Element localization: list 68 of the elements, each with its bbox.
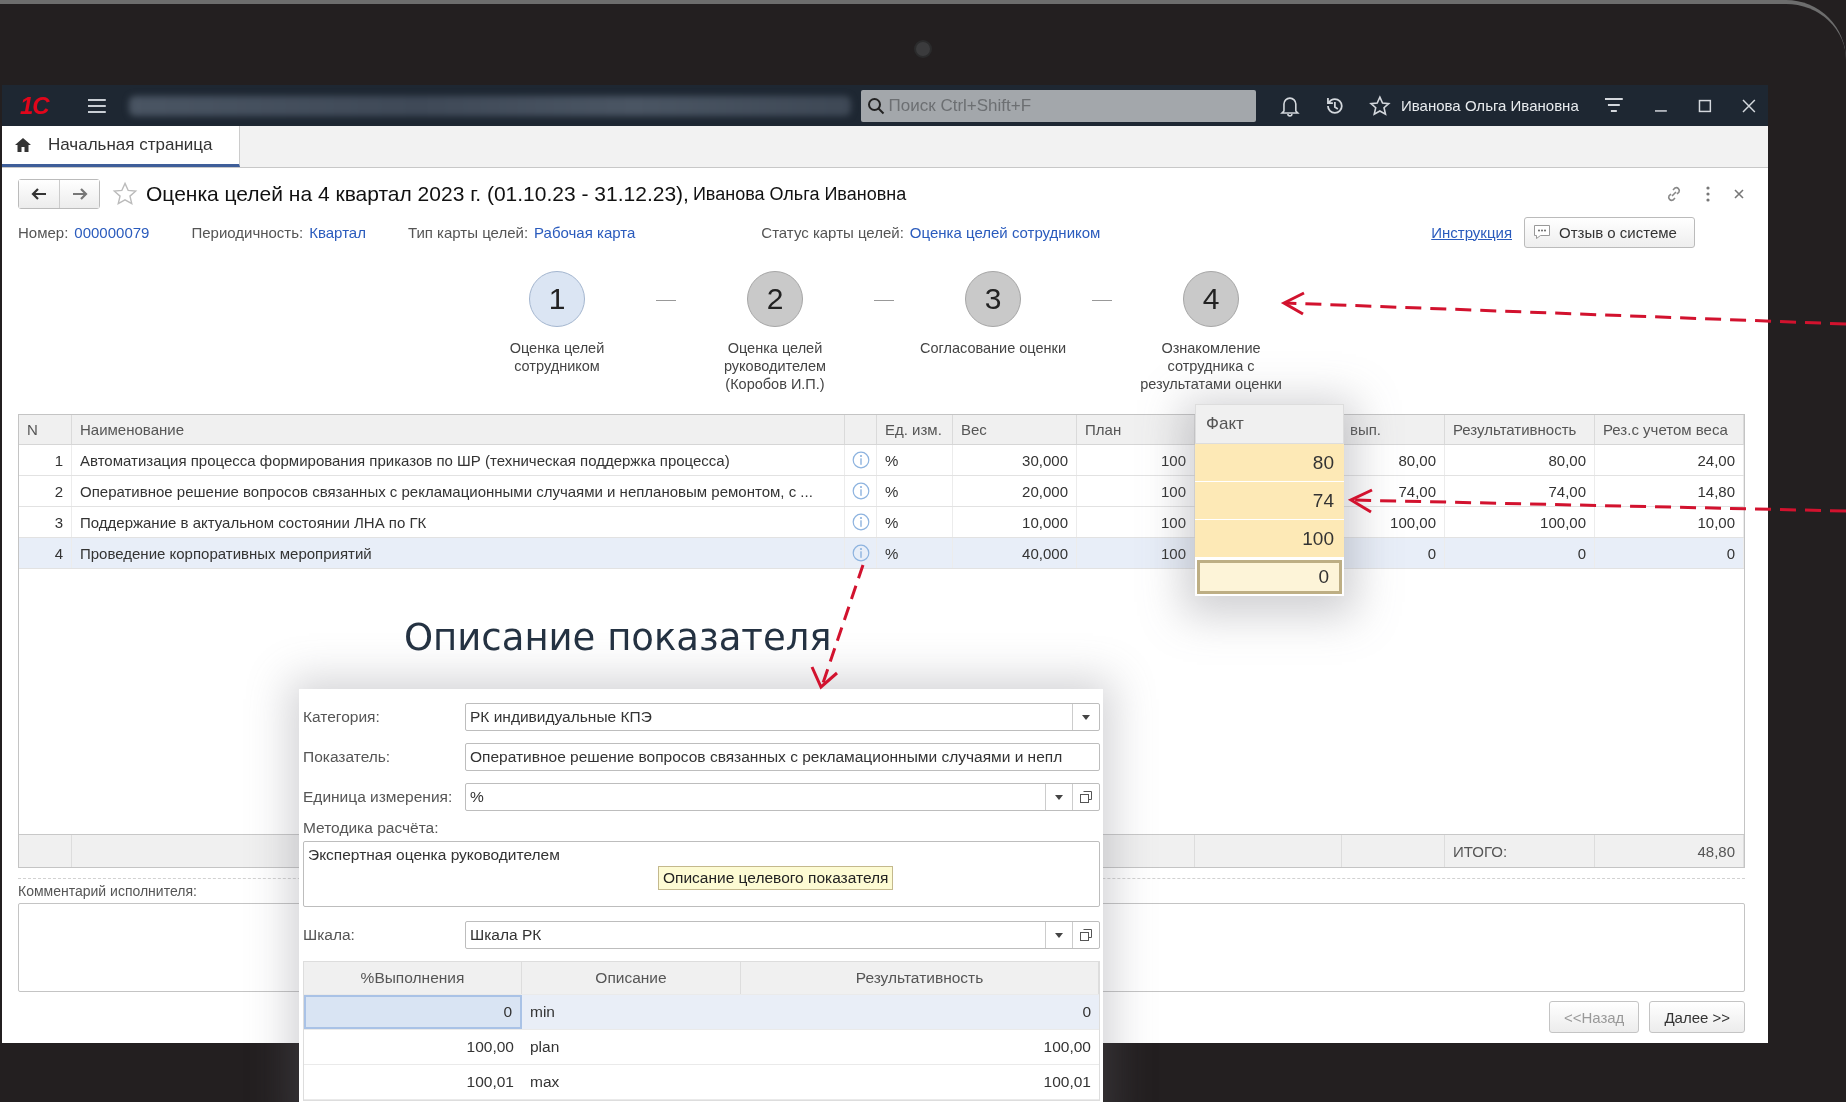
field-label: Показатель: bbox=[303, 748, 392, 766]
fact-header: Факт bbox=[1195, 404, 1344, 444]
table-cell: Оперативное решение вопросов связанных с рекламационными случаями и неплановым ремонтом, с ... bbox=[72, 476, 845, 506]
table-cell: % bbox=[877, 507, 953, 537]
column-header: Ед. изм. bbox=[877, 415, 953, 444]
column-header: Результативность bbox=[741, 962, 1099, 994]
step-label: Ознакомление сотрудника с результатами оценки bbox=[1139, 339, 1283, 393]
step-label: Оценка целей руководителем (Коробов И.П.) bbox=[722, 339, 828, 393]
field-label: Периодичность: bbox=[191, 223, 304, 241]
table-cell: 40,000 bbox=[953, 538, 1077, 568]
table-cell: % bbox=[877, 476, 953, 506]
table-cell: 0 bbox=[1595, 538, 1744, 568]
table-cell: 30,000 bbox=[953, 445, 1077, 475]
table-cell: 24,00 bbox=[1595, 445, 1744, 475]
table-cell: 74,00 bbox=[1445, 476, 1595, 506]
table-cell: 14,80 bbox=[1595, 476, 1744, 506]
table-cell-text: 100,01 bbox=[465, 1072, 515, 1092]
field-label: Категория: bbox=[303, 708, 381, 726]
table-cell: 1 bbox=[19, 445, 72, 475]
column-header: Вес bbox=[953, 415, 1077, 444]
table-cell: 2 bbox=[19, 476, 72, 506]
total-value: 48,80 bbox=[1697, 842, 1735, 860]
field-label: Статус карты целей: bbox=[761, 223, 904, 241]
column-header: Наименование bbox=[72, 415, 845, 444]
table-cell-text: 100,00 bbox=[1042, 1037, 1092, 1057]
column-header: %Выполнения bbox=[304, 962, 522, 994]
table-cell-text: plan bbox=[529, 1037, 561, 1057]
table-cell: 10,000 bbox=[953, 507, 1077, 537]
table-cell-text: 100,00 bbox=[465, 1037, 515, 1057]
fact-cell: 74 bbox=[1195, 482, 1344, 520]
column-header: Результативность bbox=[1445, 415, 1595, 444]
fact-cell: 100 bbox=[1195, 520, 1344, 558]
total-label: ИТОГО: bbox=[1453, 842, 1508, 860]
table-cell: Автоматизация процесса формирования приказов по ШР (техническая поддержка процесса) bbox=[72, 445, 845, 475]
column-header: Рез.с учетом веса bbox=[1595, 415, 1744, 444]
employee-name: Иванова Ольга Ивановна bbox=[692, 183, 907, 205]
table-cell: % bbox=[877, 538, 953, 568]
table-cell-text: 100,01 bbox=[1042, 1072, 1092, 1092]
tooltip: Описание целевого показателя bbox=[658, 866, 894, 890]
table-cell: 3 bbox=[19, 507, 72, 537]
table-cell: Проведение корпоративных мероприятий bbox=[72, 538, 845, 568]
step-label: Согласование оценки bbox=[918, 339, 1067, 357]
field-label: Шкала: bbox=[303, 926, 356, 944]
app-logo: 1С bbox=[20, 91, 51, 120]
tab-label: Начальная страница bbox=[48, 135, 213, 155]
table-cell-text: max bbox=[529, 1072, 561, 1092]
table-cell: 4 bbox=[19, 538, 72, 568]
method-label: Методика расчёта: bbox=[303, 819, 440, 837]
column-header: N bbox=[19, 415, 72, 444]
table-cell: 0 bbox=[1445, 538, 1595, 568]
table-cell-text: 0 bbox=[1081, 1002, 1092, 1022]
column-header: Описание bbox=[522, 962, 741, 994]
fact-cell: 80 bbox=[1195, 444, 1344, 482]
table-cell: Поддержание в актуальном состоянии ЛНА по ГК bbox=[72, 507, 845, 537]
method-text: Экспертная оценка руководителем bbox=[308, 846, 560, 864]
field-label: Номер: bbox=[18, 223, 69, 241]
document-title: Оценка целей на 4 квартал 2023 г. (01.10.23 - 31.12.23), bbox=[146, 182, 689, 206]
table-cell: 80,00 bbox=[1445, 445, 1595, 475]
table-cell-text: min bbox=[529, 1002, 556, 1022]
table-cell: % bbox=[877, 445, 953, 475]
table-cell: 100,00 bbox=[1445, 507, 1595, 537]
table-cell: 20,000 bbox=[953, 476, 1077, 506]
step-label: Оценка целей сотрудником bbox=[508, 339, 606, 375]
table-cell: 0 bbox=[304, 995, 522, 1029]
field-label: Единица измерения: bbox=[303, 788, 454, 806]
field-label: Тип карты целей: bbox=[407, 223, 529, 241]
comment-label: Комментарий исполнителя: bbox=[18, 883, 198, 899]
table-cell: 10,00 bbox=[1595, 507, 1744, 537]
